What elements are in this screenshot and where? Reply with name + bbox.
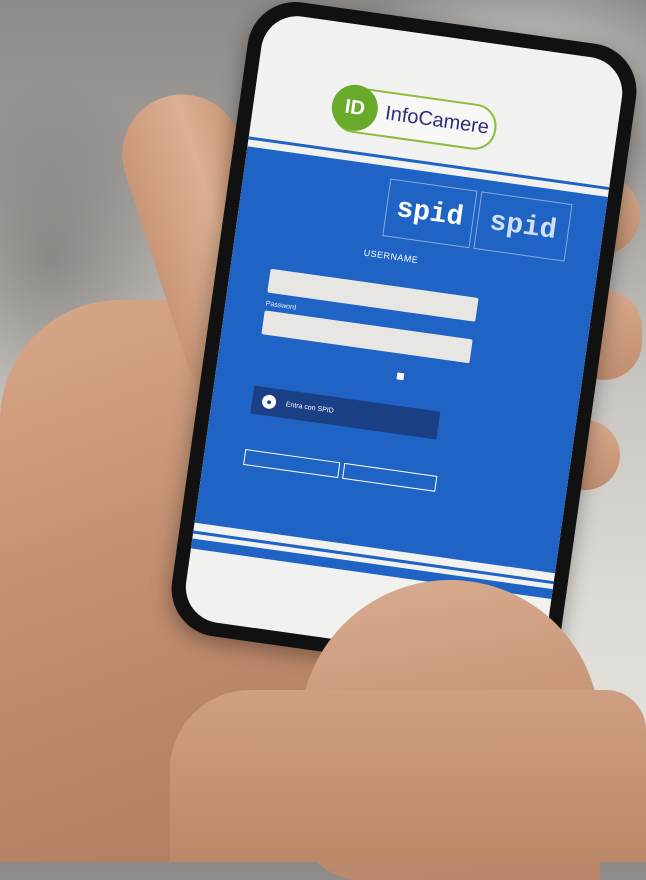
- outline-button[interactable]: [243, 448, 341, 479]
- spid-user-icon: ●: [261, 393, 277, 410]
- spid-login-button[interactable]: ● Entra con SPID: [250, 385, 441, 440]
- infocamere-logo: ID InfoCamere: [328, 81, 500, 153]
- spid-tab[interactable]: spid: [473, 191, 573, 262]
- password-field[interactable]: [261, 310, 473, 364]
- right-hand: [170, 690, 646, 862]
- remember-checkbox[interactable]: [396, 372, 405, 381]
- spid-brand: spid: [487, 206, 559, 247]
- password-label: Password: [265, 300, 297, 312]
- login-panel: spid spid USERNAME Password ● Entra con …: [194, 146, 608, 574]
- remember-option[interactable]: [396, 372, 408, 381]
- spid-tab[interactable]: spid: [382, 178, 478, 249]
- spid-button-label: Entra con SPID: [285, 400, 335, 415]
- username-field[interactable]: [267, 268, 479, 322]
- id-badge: ID: [328, 81, 381, 134]
- spid-brand: spid: [394, 193, 466, 234]
- logo-name: InfoCamere: [383, 102, 491, 139]
- login-title: USERNAME: [363, 247, 419, 266]
- outline-button[interactable]: [342, 462, 438, 492]
